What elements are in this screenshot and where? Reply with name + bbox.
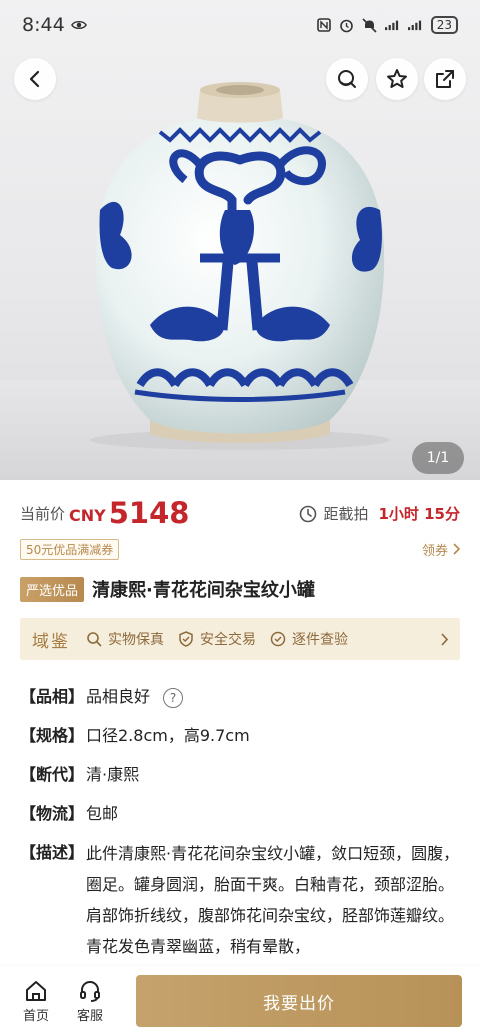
item-details: 【品相】 品相良好 ? 【规格】 口径2.8cm，高9.7cm 【断代】 清·康… [20,686,460,979]
service-tab[interactable]: 客服 [72,979,108,1024]
guarantee-authentic-label: 实物保真 [108,632,164,648]
detail-key: 【规格】 [20,726,85,745]
detail-row-shipping: 【物流】 包邮 [20,803,460,825]
status-icons: 23 [316,16,458,34]
share-icon [436,70,454,88]
detail-key: 【物流】 [20,804,85,823]
nfc-icon [316,17,332,33]
status-time: 8:44 [22,14,65,36]
guarantee-safe-trade: 安全交易 [178,629,256,649]
deadline-value: 1小时 15分 [378,505,460,523]
detail-row-spec: 【规格】 口径2.8cm，高9.7cm [20,725,460,747]
product-image[interactable]: 1/1 [0,0,480,480]
place-bid-button[interactable]: 我要出价 [136,975,462,1027]
price-currency: CNY [69,506,106,525]
guarantee-inspection-label: 逐件查验 [292,632,348,648]
chevron-right-icon [453,543,460,555]
check-circle-icon [270,631,286,647]
wifi-icon [407,17,424,33]
bottom-bar: 首页 客服 我要出价 [0,966,480,1036]
coupon-badge[interactable]: 50元优品满减券 [20,538,120,560]
mute-icon [362,17,378,33]
eye-icon [70,17,87,33]
back-button[interactable] [14,58,56,100]
detail-value: 清·康熙 [86,765,140,784]
shield-check-icon [179,631,193,647]
guarantee-bar[interactable]: 域鉴 实物保真 安全交易 逐件查验 [20,618,460,660]
chevron-left-icon [29,70,40,88]
deadline-label: 距截拍 [323,505,369,523]
detail-description: 此件清康熙·青花花间杂宝纹小罐，敛口短颈，圆腹，圈足。罐身圆润，胎面干爽。白釉青… [86,844,460,956]
image-counter: 1/1 [412,442,464,474]
get-coupon-label: 领券 [421,543,448,559]
detail-key: 【品相】 [20,687,85,706]
detail-value: 口径2.8cm，高9.7cm [86,726,250,745]
title-row: 严选优品 清康熙·青花花间杂宝纹小罐 [20,576,460,602]
customer-service-icon [338,70,356,88]
favorite-button[interactable] [376,58,418,100]
guarantee-safe-trade-label: 安全交易 [200,632,256,648]
clock-icon [300,505,317,522]
selection-tag: 严选优品 [20,576,85,602]
detail-row-description: 【描述】 此件清康熙·青花花间杂宝纹小罐，敛口短颈，圆腹，圈足。罐身圆润，胎面干… [20,842,460,962]
detail-value: 品相良好 [86,687,151,706]
service-button[interactable] [326,58,368,100]
deadline: 距截拍 1小时 15分 [299,503,460,524]
home-icon [26,980,46,1001]
auction-detail-page: 1/1 8:44 23 当前价 CNY 5148 距截拍 1小时 15分 50元… [0,0,480,1036]
star-icon [387,69,407,88]
get-coupon-link[interactable]: 领券 [422,540,460,559]
guarantee-brand: 域鉴 [32,631,70,652]
price-row: 当前价 CNY 5148 距截拍 1小时 15分 [20,494,460,528]
detail-key: 【断代】 [20,765,85,784]
magnifier-icon [87,632,102,647]
headset-icon [80,980,100,1002]
signal-icon [384,17,401,33]
chevron-right-icon [441,632,448,646]
detail-row-condition: 【品相】 品相良好 ? [20,686,460,708]
share-button[interactable] [424,58,466,100]
home-tab-label: 首页 [22,1008,49,1024]
detail-key: 【描述】 [20,843,85,862]
detail-row-dynasty: 【断代】 清·康熙 [20,764,460,786]
status-bar: 8:44 23 [0,0,480,50]
guarantee-inspection: 逐件查验 [270,629,348,649]
service-tab-label: 客服 [76,1008,103,1024]
battery-icon: 23 [430,16,458,34]
home-tab[interactable]: 首页 [18,979,54,1024]
current-price: 5148 [108,496,190,530]
help-icon[interactable]: ? [163,687,184,708]
coupon-row: 50元优品满减券 领券 [20,538,460,560]
current-price-label: 当前价 [20,505,66,523]
detail-value: 包邮 [86,804,119,823]
detail-value-wrap: 品相良好 ? [86,686,460,708]
item-title: 清康熙·青花花间杂宝纹小罐 [92,580,315,601]
guarantee-authentic: 实物保真 [86,629,164,649]
alarm-icon [339,17,355,33]
